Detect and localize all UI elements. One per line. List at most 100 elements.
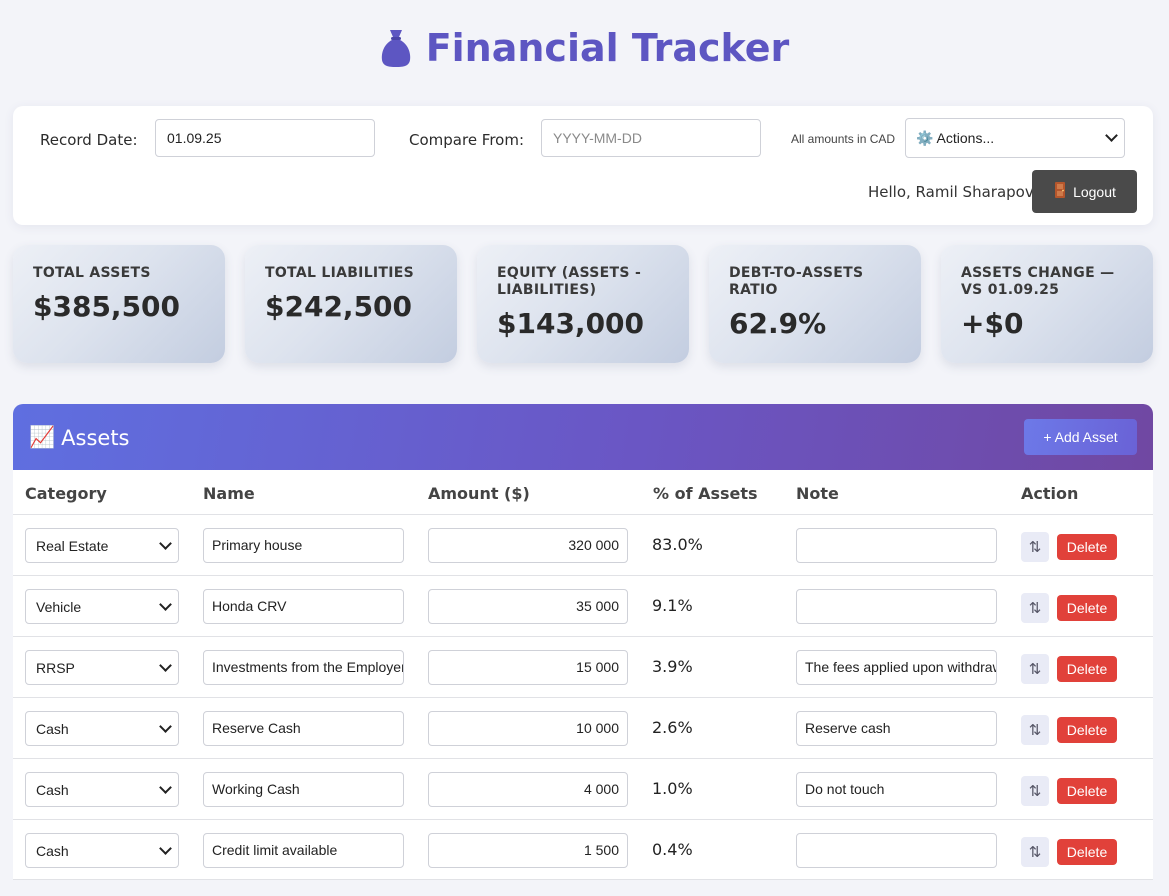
actions-select-value: ⚙️ Actions... bbox=[916, 129, 995, 146]
category-value: RRSP bbox=[36, 659, 75, 676]
card-value: $143,000 bbox=[497, 307, 645, 340]
summary-card-assets-change: ASSETS CHANGE — VS 01.09.25 +$0 bbox=[941, 245, 1153, 363]
table-row: Cash Reserve Cash 10 000 2.6% Reserve ca… bbox=[13, 697, 1153, 758]
card-label: EQUITY (ASSETS - LIABILITIES) bbox=[497, 265, 642, 298]
category-value: Cash bbox=[36, 720, 69, 737]
assets-table: Category Name Amount ($) % of Assets Not… bbox=[13, 470, 1153, 880]
card-value: $242,500 bbox=[265, 290, 413, 323]
page-title: Financial Tracker bbox=[425, 26, 790, 70]
compare-from-input[interactable]: YYYY-MM-DD bbox=[541, 119, 761, 157]
actions-select[interactable]: ⚙️ Actions... bbox=[905, 118, 1125, 158]
chevron-down-icon bbox=[159, 536, 172, 550]
name-input[interactable]: Primary house bbox=[203, 528, 404, 563]
category-select[interactable]: Cash bbox=[25, 833, 179, 868]
percent-of-assets: 9.1% bbox=[652, 596, 693, 615]
table-row: RRSP Investments from the Employer 15 00… bbox=[13, 636, 1153, 697]
delete-button[interactable]: Delete bbox=[1057, 778, 1117, 804]
category-select[interactable]: Real Estate bbox=[25, 528, 179, 563]
name-input[interactable]: Investments from the Employer bbox=[203, 650, 404, 685]
delete-button[interactable]: Delete bbox=[1057, 595, 1117, 621]
assets-title: 📈 Assets bbox=[29, 425, 130, 450]
summary-card-total-liabilities: TOTAL LIABILITIES $242,500 bbox=[245, 245, 457, 363]
sort-handle-icon[interactable]: ⇅ bbox=[1021, 715, 1049, 745]
chevron-down-icon bbox=[159, 719, 172, 733]
amount-input[interactable]: 10 000 bbox=[428, 711, 628, 746]
category-value: Cash bbox=[36, 781, 69, 798]
category-value: Real Estate bbox=[36, 537, 109, 554]
delete-button[interactable]: Delete bbox=[1057, 717, 1117, 743]
sort-handle-icon[interactable]: ⇅ bbox=[1021, 776, 1049, 806]
chart-increasing-icon: 📈 bbox=[29, 425, 56, 449]
currency-note: All amounts in CAD bbox=[791, 132, 896, 146]
card-label: TOTAL LIABILITIES bbox=[265, 265, 415, 281]
table-bottom-border bbox=[13, 879, 1153, 880]
record-date-label: Record Date: bbox=[40, 131, 138, 149]
card-value: $385,500 bbox=[33, 290, 181, 323]
money-bag-icon bbox=[380, 28, 412, 68]
amount-input[interactable]: 15 000 bbox=[428, 650, 628, 685]
sort-handle-icon[interactable]: ⇅ bbox=[1021, 654, 1049, 684]
card-label: TOTAL ASSETS bbox=[33, 265, 151, 281]
chevron-down-icon bbox=[159, 841, 172, 855]
note-input[interactable] bbox=[796, 833, 997, 868]
sort-handle-icon[interactable]: ⇅ bbox=[1021, 532, 1049, 562]
table-row: Cash Working Cash 4 000 1.0% Do not touc… bbox=[13, 758, 1153, 819]
name-input[interactable]: Credit limit available bbox=[203, 833, 404, 868]
name-input[interactable]: Working Cash bbox=[203, 772, 404, 807]
card-value: +$0 bbox=[961, 307, 1024, 340]
delete-button[interactable]: Delete bbox=[1057, 839, 1117, 865]
chevron-down-icon bbox=[159, 780, 172, 794]
column-header-name: Name bbox=[203, 484, 255, 503]
note-input[interactable]: Reserve cash bbox=[796, 711, 997, 746]
percent-of-assets: 2.6% bbox=[652, 718, 693, 737]
sort-handle-icon[interactable]: ⇅ bbox=[1021, 593, 1049, 623]
summary-card-debt-ratio: DEBT-TO-ASSETS RATIO 62.9% bbox=[709, 245, 921, 363]
column-header-percent: % of Assets bbox=[653, 484, 758, 503]
delete-button[interactable]: Delete bbox=[1057, 534, 1117, 560]
column-header-category: Category bbox=[25, 484, 107, 503]
note-input[interactable]: The fees applied upon withdrawal bbox=[796, 650, 997, 685]
assets-title-label: Assets bbox=[61, 425, 130, 450]
add-asset-button[interactable]: + Add Asset bbox=[1024, 419, 1137, 455]
category-select[interactable]: Cash bbox=[25, 772, 179, 807]
note-input[interactable] bbox=[796, 589, 997, 624]
percent-of-assets: 3.9% bbox=[652, 657, 693, 676]
amount-input[interactable]: 320 000 bbox=[428, 528, 628, 563]
door-icon bbox=[1053, 181, 1067, 202]
category-value: Cash bbox=[36, 842, 69, 859]
amount-input[interactable]: 35 000 bbox=[428, 589, 628, 624]
card-label: DEBT-TO-ASSETS RATIO bbox=[729, 265, 864, 298]
amount-input[interactable]: 4 000 bbox=[428, 772, 628, 807]
summary-card-total-assets: TOTAL ASSETS $385,500 bbox=[13, 245, 225, 363]
table-row: Real Estate Primary house 320 000 83.0% … bbox=[13, 514, 1153, 575]
assets-section-header: 📈 Assets + Add Asset bbox=[13, 404, 1153, 470]
record-date-input[interactable]: 01.09.25 bbox=[155, 119, 375, 157]
card-value: 62.9% bbox=[729, 307, 827, 340]
delete-button[interactable]: Delete bbox=[1057, 656, 1117, 682]
name-input[interactable]: Reserve Cash bbox=[203, 711, 404, 746]
column-header-note: Note bbox=[796, 484, 839, 503]
summary-card-equity: EQUITY (ASSETS - LIABILITIES) $143,000 bbox=[477, 245, 689, 363]
percent-of-assets: 0.4% bbox=[652, 840, 693, 859]
column-header-action: Action bbox=[1021, 484, 1079, 503]
logout-button[interactable]: Logout bbox=[1032, 170, 1137, 213]
chevron-down-icon bbox=[159, 597, 172, 611]
amount-input[interactable]: 1 500 bbox=[428, 833, 628, 868]
percent-of-assets: 83.0% bbox=[652, 535, 703, 554]
compare-from-label: Compare From: bbox=[409, 131, 525, 149]
table-row: Cash Credit limit available 1 500 0.4% ⇅… bbox=[13, 819, 1153, 880]
percent-of-assets: 1.0% bbox=[652, 779, 693, 798]
chevron-down-icon bbox=[1105, 129, 1118, 142]
sort-handle-icon[interactable]: ⇅ bbox=[1021, 837, 1049, 867]
note-input[interactable]: Do not touch bbox=[796, 772, 997, 807]
category-value: Vehicle bbox=[36, 598, 82, 615]
chevron-down-icon bbox=[159, 658, 172, 672]
app-header: Financial Tracker bbox=[0, 22, 1169, 74]
category-select[interactable]: Cash bbox=[25, 711, 179, 746]
name-input[interactable]: Honda CRV bbox=[203, 589, 404, 624]
category-select[interactable]: RRSP bbox=[25, 650, 179, 685]
category-select[interactable]: Vehicle bbox=[25, 589, 179, 624]
logout-label: Logout bbox=[1073, 183, 1116, 200]
note-input[interactable] bbox=[796, 528, 997, 563]
column-header-amount: Amount ($) bbox=[428, 484, 530, 503]
